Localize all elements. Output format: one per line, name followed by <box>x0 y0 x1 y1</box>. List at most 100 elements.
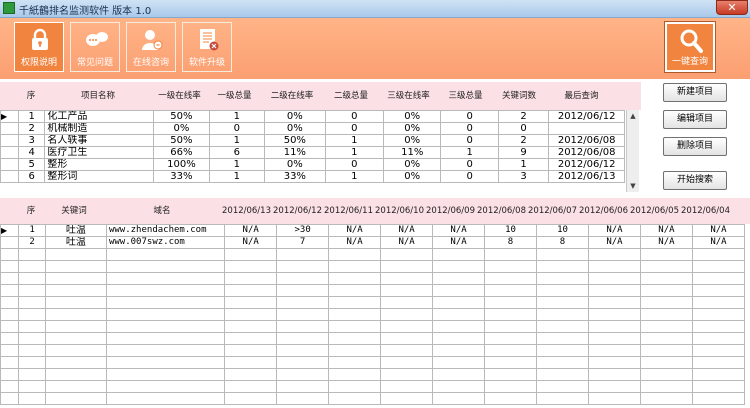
faq-button[interactable]: 常见问题 <box>70 22 120 72</box>
cell-rank[interactable]: 7 <box>276 236 330 249</box>
table-row[interactable]: 5 整形 100% 1 0% 0 0% 0 1 2012/06/12 <box>0 158 625 171</box>
table-row[interactable]: ▶ 1 化工产品 50% 1 0% 0 0% 0 2 2012/06/12 <box>0 110 625 123</box>
col-header-last-query[interactable]: 最后查询 <box>544 82 619 110</box>
cell-rank[interactable]: N/A <box>328 224 382 237</box>
cell-l1-online-rate[interactable]: 0% <box>153 122 210 135</box>
cell-l1-total[interactable]: 0 <box>208 122 266 135</box>
new-project-button[interactable]: 新建项目 <box>663 83 727 102</box>
cell-keyword-count[interactable]: 1 <box>497 158 550 171</box>
cell-l1-online-rate[interactable]: 33% <box>153 170 210 183</box>
cell-last-query[interactable]: 2012/06/08 <box>548 134 625 147</box>
table-row[interactable]: 4 医疗卫生 66% 6 11% 1 11% 1 9 2012/06/08 <box>0 146 625 159</box>
software-upgrade-button[interactable]: 软件升级 <box>182 22 232 72</box>
cell-project-name[interactable]: 名人轶事 <box>44 134 155 147</box>
col-header-keyword[interactable]: 关键词 <box>44 198 104 224</box>
cell-index[interactable]: 1 <box>18 224 46 237</box>
table-row[interactable]: 2 机械制造 0% 0 0% 0 0% 0 0 <box>0 122 625 135</box>
cell-l2-online-rate[interactable]: 33% <box>264 170 326 183</box>
cell-l2-online-rate[interactable]: 0% <box>264 110 326 123</box>
col-header-date[interactable]: 2012/06/10 <box>373 198 424 224</box>
cell-l3-online-rate[interactable]: 0% <box>383 110 442 123</box>
cell-last-query[interactable]: 2012/06/12 <box>548 158 625 171</box>
table-row[interactable]: 2 吐温 www.007swz.com N/A 7 N/A N/A N/A 8 8 N/A N/A N/… <box>0 236 746 249</box>
col-header-date[interactable]: 2012/06/12 <box>271 198 322 224</box>
cell-l2-total[interactable]: 0 <box>324 158 385 171</box>
cell-l3-online-rate[interactable]: 0% <box>383 158 442 171</box>
col-header-date[interactable]: 2012/06/08 <box>475 198 526 224</box>
cell-l3-online-rate[interactable]: 11% <box>383 146 442 159</box>
row-selector[interactable] <box>0 146 20 159</box>
cell-l1-online-rate[interactable]: 100% <box>153 158 210 171</box>
cell-l2-total[interactable]: 1 <box>324 146 385 159</box>
cell-l3-total[interactable]: 0 <box>440 122 499 135</box>
col-header-project-name[interactable]: 项目名称 <box>44 82 152 110</box>
cell-index[interactable]: 5 <box>18 158 46 171</box>
cell-rank[interactable]: N/A <box>224 224 278 237</box>
col-header-date[interactable]: 2012/06/13 <box>220 198 271 224</box>
cell-index[interactable]: 2 <box>18 236 46 249</box>
row-selector[interactable]: ▶ <box>0 224 20 237</box>
cell-rank[interactable]: N/A <box>380 236 434 249</box>
col-header-l2-total[interactable]: 二级总量 <box>322 82 380 110</box>
col-header-l1-online-rate[interactable]: 一级在线率 <box>152 82 207 110</box>
close-button[interactable]: ✕ <box>716 0 748 15</box>
col-header-date[interactable]: 2012/06/07 <box>526 198 577 224</box>
cell-index[interactable]: 2 <box>18 122 46 135</box>
col-header-domain[interactable]: 域名 <box>104 198 220 224</box>
projects-scrollbar[interactable]: ▲ ▼ <box>626 110 639 192</box>
cell-rank[interactable]: 8 <box>536 236 589 249</box>
cell-rank[interactable]: N/A <box>587 224 641 237</box>
col-header-date[interactable]: 2012/06/11 <box>322 198 373 224</box>
col-header-date[interactable]: 2012/06/06 <box>577 198 628 224</box>
row-selector[interactable] <box>0 122 20 135</box>
cell-l1-total[interactable]: 1 <box>208 134 266 147</box>
cell-l3-total[interactable]: 1 <box>440 146 499 159</box>
col-header-kw-index[interactable]: 序 <box>18 198 44 224</box>
cell-project-name[interactable]: 整形词 <box>44 170 155 183</box>
col-header-l1-total[interactable]: 一级总量 <box>207 82 262 110</box>
row-selector[interactable] <box>0 134 20 147</box>
cell-index[interactable]: 3 <box>18 134 46 147</box>
scroll-up-icon[interactable]: ▲ <box>627 110 639 122</box>
cell-l2-total[interactable]: 0 <box>324 122 385 135</box>
col-header-index[interactable]: 序 <box>18 82 44 110</box>
table-row[interactable]: ▶ 1 吐温 www.zhendachem.com N/A >30 N/A N/A N/A 10 1… <box>0 224 746 237</box>
cell-l1-total[interactable]: 6 <box>208 146 266 159</box>
cell-project-name[interactable]: 化工产品 <box>44 110 155 123</box>
cell-l2-online-rate[interactable]: 0% <box>264 158 326 171</box>
online-consult-button[interactable]: 在线咨询 <box>126 22 176 72</box>
cell-last-query[interactable]: 2012/06/08 <box>548 146 625 159</box>
cell-rank[interactable]: N/A <box>639 236 693 249</box>
cell-rank[interactable]: >30 <box>276 224 330 237</box>
cell-l3-total[interactable]: 0 <box>440 170 499 183</box>
edit-project-button[interactable]: 编辑项目 <box>663 110 727 129</box>
cell-l2-total[interactable]: 0 <box>324 110 385 123</box>
cell-project-name[interactable]: 医疗卫生 <box>44 146 155 159</box>
cell-last-query[interactable] <box>548 122 625 135</box>
cell-keyword-count[interactable]: 3 <box>497 170 550 183</box>
one-click-query-button[interactable]: 一键查询 <box>664 21 716 73</box>
cell-l3-total[interactable]: 0 <box>440 158 499 171</box>
cell-l1-total[interactable]: 1 <box>208 110 266 123</box>
cell-project-name[interactable]: 整形 <box>44 158 155 171</box>
cell-l2-online-rate[interactable]: 11% <box>264 146 326 159</box>
cell-rank[interactable]: N/A <box>691 224 746 237</box>
cell-last-query[interactable]: 2012/06/12 <box>548 110 625 123</box>
col-header-date[interactable]: 2012/06/05 <box>628 198 679 224</box>
cell-domain[interactable]: www.zhendachem.com <box>105 224 226 237</box>
col-header-date[interactable]: 2012/06/09 <box>424 198 475 224</box>
cell-rank[interactable]: 10 <box>484 224 537 237</box>
cell-keyword-count[interactable]: 9 <box>497 146 550 159</box>
row-selector[interactable] <box>0 158 20 171</box>
cell-rank[interactable]: 8 <box>484 236 537 249</box>
col-header-l2-online-rate[interactable]: 二级在线率 <box>262 82 322 110</box>
cell-rank[interactable]: N/A <box>432 224 486 237</box>
cell-l3-total[interactable]: 0 <box>440 110 499 123</box>
cell-l1-online-rate[interactable]: 50% <box>153 110 210 123</box>
row-selector[interactable]: ▶ <box>0 110 20 123</box>
cell-index[interactable]: 4 <box>18 146 46 159</box>
cell-last-query[interactable]: 2012/06/13 <box>548 170 625 183</box>
cell-keyword[interactable]: 吐温 <box>44 224 107 237</box>
col-header-date[interactable]: 2012/06/04 <box>679 198 730 224</box>
row-selector[interactable] <box>0 170 20 183</box>
